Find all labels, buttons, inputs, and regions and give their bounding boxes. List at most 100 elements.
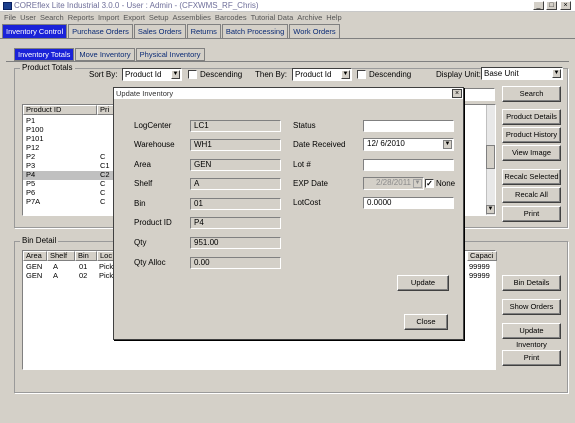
close-button[interactable]: Close: [404, 314, 448, 330]
product-details-button[interactable]: Product Details: [502, 109, 561, 125]
bin-capacity-cell[interactable]: 99999: [469, 271, 490, 281]
shelf-label: Shelf: [134, 179, 153, 188]
menu-user[interactable]: User: [20, 12, 36, 23]
bin-loc-cell[interactable]: Pick: [99, 271, 113, 281]
lot-field[interactable]: [363, 159, 454, 171]
lotcost-label: LotCost: [293, 198, 321, 207]
menu-setup[interactable]: Setup: [149, 12, 169, 23]
display-unit-value: Base Unit: [484, 69, 519, 78]
warehouse-label: Warehouse: [134, 140, 175, 149]
menu-reports[interactable]: Reports: [68, 12, 94, 23]
product-id-cell: P4: [26, 170, 36, 179]
close-icon[interactable]: ×: [560, 1, 571, 10]
dialog-close-icon[interactable]: ×: [452, 89, 462, 98]
tab-purchase-orders[interactable]: Purchase Orders: [68, 24, 133, 38]
display-unit-label: Display Unit:: [436, 70, 481, 79]
column-header-shelf[interactable]: Shelf: [47, 251, 75, 261]
scrollbar-thumb[interactable]: [486, 145, 495, 169]
product-id-label: Product ID: [134, 218, 172, 227]
update-inventory-button[interactable]: Update Inventory: [502, 323, 561, 349]
lotcost-field[interactable]: 0.0000: [363, 197, 454, 209]
tab-inventory-control[interactable]: Inventory Control: [2, 24, 68, 38]
view-image-button[interactable]: View Image: [502, 145, 561, 161]
status-field[interactable]: [363, 120, 454, 132]
sub-tabs: Inventory Totals Move Inventory Physical…: [14, 48, 206, 61]
menu-export[interactable]: Export: [123, 12, 145, 23]
chevron-down-icon[interactable]: ▼: [413, 179, 422, 188]
product-row-pri: C: [100, 197, 106, 206]
qty-alloc-label: Qty Alloc: [134, 258, 166, 267]
menu-help[interactable]: Help: [326, 12, 341, 23]
update-inventory-dialog: Update Inventory × LogCenter LC1 Warehou…: [113, 87, 464, 340]
search-input[interactable]: [462, 88, 495, 101]
product-row[interactable]: P7A: [26, 197, 40, 207]
lot-label: Lot #: [293, 160, 311, 169]
tab-batch-processing[interactable]: Batch Processing: [221, 24, 289, 38]
search-button[interactable]: Search: [502, 86, 561, 102]
tab-move-inventory[interactable]: Move Inventory: [75, 48, 135, 61]
qty-field: 951.00: [190, 237, 281, 249]
menu-import[interactable]: Import: [98, 12, 119, 23]
column-header-area[interactable]: Area: [23, 251, 47, 261]
warehouse-field: WH1: [190, 139, 281, 151]
area-field: GEN: [190, 159, 281, 171]
bin-field: 01: [190, 198, 281, 210]
date-received-value: 12/ 6/2010: [367, 139, 405, 148]
qty-label: Qty: [134, 238, 147, 247]
none-checkbox[interactable]: ✓: [425, 179, 434, 188]
bin-bin-cell[interactable]: 02: [79, 271, 87, 281]
window-title: COREflex Lite Industrial 3.0.0 - User : …: [0, 0, 575, 12]
menu-tutorial-data[interactable]: Tutorial Data: [251, 12, 294, 23]
area-label: Area: [134, 160, 151, 169]
descending-label: Descending: [200, 70, 243, 79]
bin-print-button[interactable]: Print: [502, 350, 561, 366]
bin-detail-label: Bin Detail: [20, 236, 59, 246]
bin-label: Bin: [134, 199, 146, 208]
logcenter-label: LogCenter: [134, 121, 172, 130]
recalc-all-button[interactable]: Recalc All: [502, 187, 561, 203]
sort-by-select[interactable]: Product Id ▼: [122, 68, 182, 81]
bin-details-button[interactable]: Bin Details: [502, 275, 561, 291]
tab-sales-orders[interactable]: Sales Orders: [133, 24, 186, 38]
update-button[interactable]: Update: [397, 275, 449, 291]
status-label: Status: [293, 121, 316, 130]
exp-date-field[interactable]: 2/28/2011 ▼: [363, 177, 424, 190]
column-header-product-id[interactable]: Product ID: [23, 105, 97, 115]
exp-date-label: EXP Date: [293, 179, 328, 188]
descending-checkbox[interactable]: [188, 70, 197, 79]
column-header-capacity[interactable]: Capaci: [467, 251, 497, 261]
maximize-icon[interactable]: □: [546, 1, 557, 10]
bin-area-cell[interactable]: GEN: [26, 271, 42, 281]
date-received-field[interactable]: 12/ 6/2010 ▼: [363, 138, 454, 151]
column-header-bin[interactable]: Bin: [75, 251, 97, 261]
product-totals-label: Product Totals: [20, 63, 75, 73]
then-by-select[interactable]: Product Id ▼: [292, 68, 352, 81]
logcenter-field: LC1: [190, 120, 281, 132]
menu-search[interactable]: Search: [40, 12, 64, 23]
then-by-value: Product Id: [295, 70, 332, 79]
tab-work-orders[interactable]: Work Orders: [289, 24, 340, 38]
descending2-checkbox[interactable]: [357, 70, 366, 79]
then-by-label: Then By:: [255, 70, 288, 79]
chevron-down-icon: ▼: [341, 70, 350, 79]
descending2-label: Descending: [369, 70, 412, 79]
product-history-button[interactable]: Product History: [502, 127, 561, 143]
tab-physical-inventory[interactable]: Physical Inventory: [135, 48, 205, 61]
scroll-down-icon[interactable]: ▼: [486, 205, 495, 214]
menu-barcodes[interactable]: Barcodes: [215, 12, 247, 23]
tab-returns[interactable]: Returns: [186, 24, 221, 38]
menu-archive[interactable]: Archive: [297, 12, 322, 23]
print-button[interactable]: Print: [502, 206, 561, 222]
menu-file[interactable]: File: [4, 12, 16, 23]
bin-shelf-cell[interactable]: A: [53, 271, 58, 281]
chevron-down-icon[interactable]: ▼: [443, 140, 452, 149]
recalc-selected-button[interactable]: Recalc Selected: [502, 169, 561, 185]
shelf-field: A: [190, 178, 281, 190]
dialog-title: Update Inventory: [114, 88, 463, 99]
minimize-icon[interactable]: _: [533, 1, 544, 10]
tab-inventory-totals[interactable]: Inventory Totals: [14, 48, 75, 61]
main-tabs: Inventory Control Purchase Orders Sales …: [2, 24, 341, 38]
show-orders-button[interactable]: Show Orders: [502, 299, 561, 315]
display-unit-select[interactable]: Base Unit ▼: [481, 67, 563, 80]
menu-assemblies[interactable]: Assemblies: [173, 12, 211, 23]
